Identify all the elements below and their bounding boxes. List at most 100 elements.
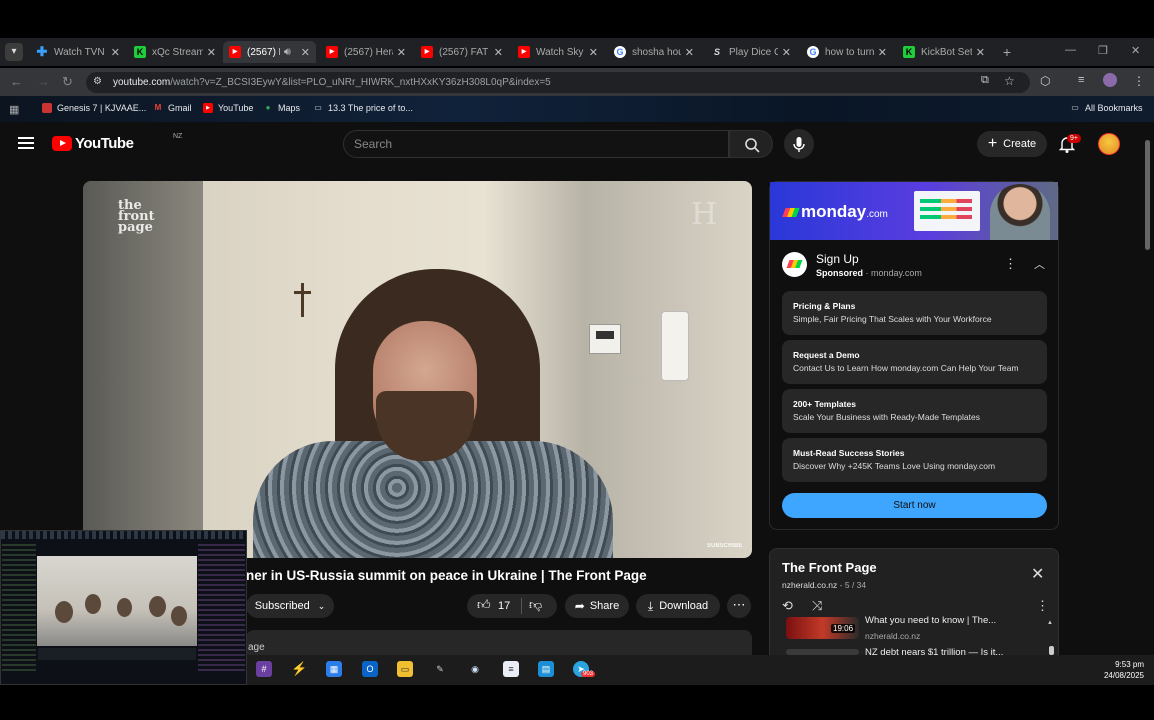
store-icon[interactable]: ▦ bbox=[326, 661, 342, 677]
tab-watch-sky[interactable]: ▶ Watch Sky ✕ bbox=[512, 41, 604, 63]
menu-kebab-icon[interactable]: ⋮ bbox=[1133, 74, 1145, 88]
tab-watch-tvn[interactable]: ✚ Watch TVN ✕ bbox=[30, 41, 126, 63]
ad-menu-icon[interactable]: ⋮ bbox=[1004, 256, 1017, 272]
close-icon[interactable]: ✕ bbox=[782, 46, 791, 59]
playlist-item-title[interactable]: What you need to know | The... bbox=[865, 615, 1035, 626]
tab-xqc-stream[interactable]: K xQc Stream ✕ bbox=[128, 41, 222, 63]
loop-icon[interactable]: ⟲ bbox=[782, 598, 793, 614]
app-icon[interactable]: ▤ bbox=[538, 661, 554, 677]
page-scrollbar-thumb[interactable] bbox=[1145, 140, 1150, 250]
video-player[interactable]: the front page H SUBSCRIBE bbox=[83, 181, 752, 558]
extensions-icon[interactable]: ⬡ bbox=[1040, 74, 1050, 88]
ad-sitelink-card[interactable]: Must-Read Success Stories Discover Why +… bbox=[782, 438, 1047, 482]
all-bookmarks[interactable]: ▭ All Bookmarks bbox=[1070, 103, 1142, 113]
tab-play-dice[interactable]: S Play Dice C ✕ bbox=[705, 41, 797, 63]
youtube-icon: ▶ bbox=[421, 46, 433, 58]
close-icon[interactable]: ✕ bbox=[878, 46, 887, 59]
close-icon[interactable]: ✕ bbox=[1031, 564, 1044, 584]
thumbs-up-icon[interactable]: 👍︎ bbox=[477, 597, 491, 613]
steam-icon[interactable]: ◉ bbox=[467, 661, 483, 677]
chevron-down-icon: ⌄ bbox=[317, 600, 326, 611]
ad-sitelink-card[interactable]: Request a Demo Contact Us to Learn How m… bbox=[782, 340, 1047, 384]
tools-icon[interactable]: ✎ bbox=[432, 661, 448, 677]
tab-youtube-hera[interactable]: ▶ (2567) Hera ✕ bbox=[320, 41, 412, 63]
bookmark-maps[interactable]: ● Maps bbox=[263, 103, 300, 113]
gmail-icon: M bbox=[154, 103, 162, 112]
download-button[interactable]: ⤓ Download bbox=[636, 594, 720, 618]
ad-title[interactable]: Sign Up bbox=[816, 252, 859, 266]
ad-sitelink-card[interactable]: 200+ Templates Scale Your Business with … bbox=[782, 389, 1047, 433]
description-box[interactable] bbox=[246, 630, 752, 655]
youtube-logo[interactable]: YouTube NZ bbox=[52, 133, 182, 152]
reload-icon[interactable]: ↻ bbox=[62, 74, 73, 90]
more-actions-icon[interactable]: ⋯ bbox=[727, 594, 751, 618]
chevron-up-icon[interactable]: ︿ bbox=[1034, 256, 1045, 272]
bookmark-star-icon[interactable]: ☆ bbox=[1004, 74, 1015, 88]
app-icon[interactable]: # bbox=[256, 661, 272, 677]
tab-google-shosha[interactable]: G shosha hou ✕ bbox=[608, 41, 700, 63]
outlook-icon[interactable]: O bbox=[362, 661, 378, 677]
lightning-app-icon[interactable]: ⚡ bbox=[291, 661, 307, 677]
stake-icon: S bbox=[713, 47, 720, 57]
microphone-icon bbox=[793, 137, 805, 152]
bookmark-genesis[interactable]: Genesis 7 | KJVAAE... bbox=[42, 103, 146, 113]
close-icon[interactable]: ✕ bbox=[207, 46, 216, 59]
tab-youtube-fat[interactable]: ▶ (2567) FAT ✕ bbox=[415, 41, 509, 63]
monday-avatar-icon bbox=[782, 252, 807, 277]
account-avatar[interactable] bbox=[1098, 133, 1120, 155]
search-input[interactable] bbox=[343, 130, 729, 158]
playlist-scrollbar[interactable]: ▲ bbox=[1047, 620, 1054, 655]
new-tab-button[interactable]: + bbox=[998, 43, 1016, 61]
ad-sitelink-card[interactable]: Pricing & Plans Simple, Fair Pricing Tha… bbox=[782, 291, 1047, 335]
tab-kickbot[interactable]: K KickBot Set ✕ bbox=[897, 41, 991, 63]
playlist-menu-icon[interactable]: ⋮ bbox=[1036, 598, 1049, 614]
maps-icon: ● bbox=[265, 103, 271, 112]
thumbs-down-icon[interactable]: 👎︎ bbox=[529, 597, 542, 613]
bookmark-youtube[interactable]: ▶ YouTube bbox=[203, 103, 253, 113]
back-icon[interactable]: ← bbox=[10, 74, 23, 89]
tab-active-youtube[interactable]: ▶ (2567) F 🔊︎ ✕ bbox=[223, 41, 316, 63]
bookmark-price[interactable]: ▭ 13.3 The price of to... bbox=[313, 103, 413, 113]
hamburger-menu-icon[interactable] bbox=[18, 137, 34, 149]
install-app-icon[interactable]: ⧉ bbox=[981, 74, 989, 87]
search-button[interactable] bbox=[729, 130, 773, 158]
tab-list-icon[interactable]: ≡ bbox=[1078, 74, 1084, 86]
playlist-title[interactable]: The Front Page bbox=[782, 560, 877, 575]
create-button[interactable]: + Create bbox=[977, 131, 1047, 157]
share-button[interactable]: ➦ Share bbox=[565, 594, 629, 618]
playlist-item-title[interactable]: NZ debt nears $1 trillion — Is it... bbox=[865, 647, 1035, 655]
start-now-button[interactable]: Start now bbox=[782, 493, 1047, 518]
video-frame-cross bbox=[301, 283, 304, 317]
apps-grid-icon[interactable]: ▦ bbox=[9, 103, 19, 116]
maximize-icon[interactable]: ❐ bbox=[1098, 44, 1108, 57]
shuffle-icon[interactable]: ⤨ bbox=[812, 598, 822, 614]
site-info-icon[interactable]: ⚙ bbox=[93, 76, 102, 87]
speaker-icon[interactable]: 🔊︎ bbox=[284, 46, 291, 59]
video-frame-intercom bbox=[661, 311, 689, 381]
subscribed-button[interactable]: Subscribed ⌄ bbox=[246, 594, 334, 618]
close-icon[interactable]: ✕ bbox=[111, 46, 120, 59]
tab-search-dropdown-icon[interactable]: ▾ bbox=[5, 43, 23, 61]
video-frame-cross-bar bbox=[294, 291, 311, 294]
close-icon[interactable]: ✕ bbox=[589, 46, 598, 59]
close-icon[interactable]: ✕ bbox=[301, 46, 310, 59]
subscribe-watermark[interactable]: SUBSCRIBE bbox=[707, 543, 742, 549]
close-icon[interactable]: ✕ bbox=[494, 46, 503, 59]
close-icon[interactable]: ✕ bbox=[685, 46, 694, 59]
tab-google-how-to[interactable]: G how to turn ✕ bbox=[801, 41, 893, 63]
profile-avatar[interactable] bbox=[1103, 73, 1117, 87]
bookmark-gmail[interactable]: M Gmail bbox=[153, 103, 192, 113]
kick-icon: K bbox=[903, 46, 915, 58]
notepad-icon[interactable]: ≡ bbox=[503, 661, 519, 677]
description-snippet: age bbox=[248, 642, 265, 653]
window-close-icon[interactable]: ✕ bbox=[1131, 44, 1140, 57]
close-icon[interactable]: ✕ bbox=[976, 46, 985, 59]
file-explorer-icon[interactable]: ▭ bbox=[397, 661, 413, 677]
close-icon[interactable]: ✕ bbox=[397, 46, 406, 59]
clock[interactable]: 9:53 pm 24/08/2025 bbox=[1098, 659, 1144, 681]
forward-icon[interactable]: → bbox=[37, 74, 50, 89]
kick-icon: K bbox=[134, 46, 146, 58]
webcam-feed bbox=[37, 556, 197, 646]
voice-search-button[interactable] bbox=[784, 129, 814, 159]
minimize-icon[interactable]: — bbox=[1065, 44, 1076, 56]
